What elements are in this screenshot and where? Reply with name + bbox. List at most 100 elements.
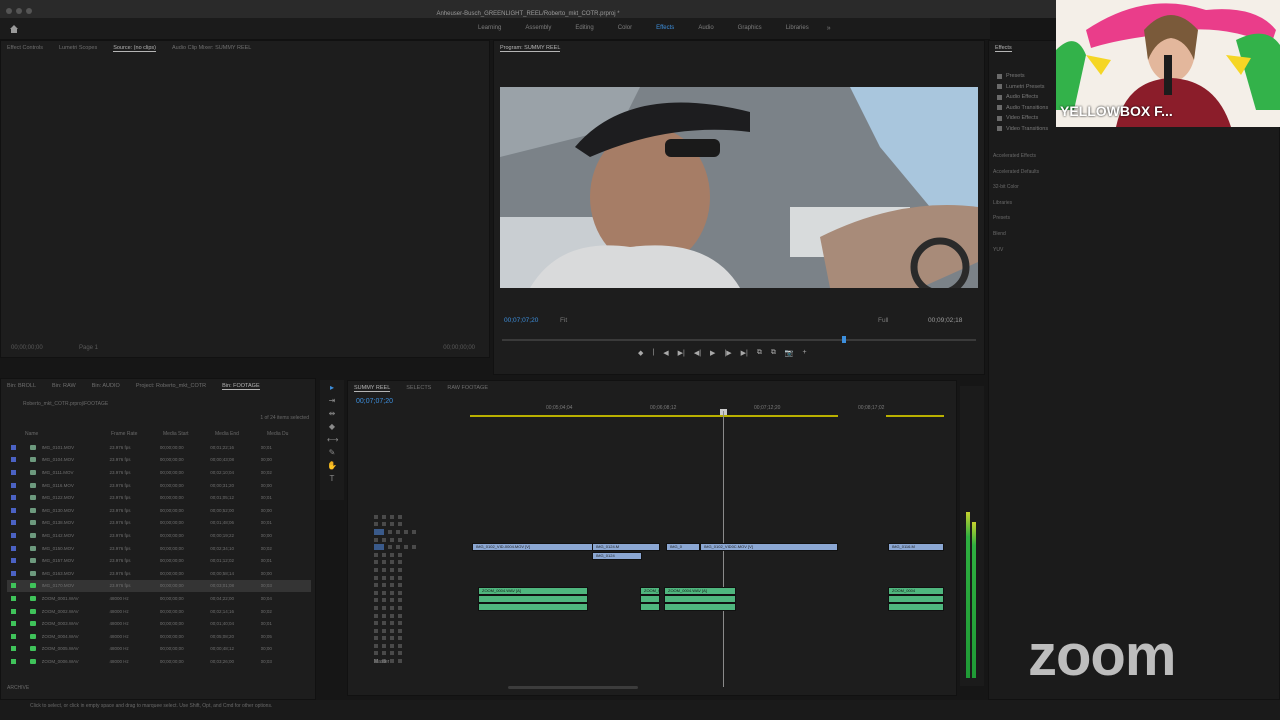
- label-color-chip[interactable]: [11, 545, 16, 551]
- effects-folder[interactable]: Video Transitions: [997, 124, 1048, 135]
- tab-libraries[interactable]: Libraries: [774, 25, 821, 32]
- timeline-scrollbar[interactable]: [508, 686, 638, 689]
- label-color-chip[interactable]: [11, 457, 16, 463]
- list-item[interactable]: IMG_0130.MOV 23.976 fps 00;00;00;00 00;00;5…: [7, 504, 311, 517]
- track-toggle-icon[interactable]: [374, 605, 378, 610]
- track-toggle-icon[interactable]: [374, 628, 378, 633]
- track-toggle-icon[interactable]: [382, 605, 386, 610]
- list-item[interactable]: IMG_0101.MOV 23.976 fps 00;00;00;00 00;01;2…: [7, 441, 311, 454]
- track-toggle-icon[interactable]: [398, 651, 402, 656]
- track-toggle-icon[interactable]: [398, 522, 402, 527]
- tab-learning[interactable]: Learning: [466, 25, 513, 32]
- tab-editing[interactable]: Editing: [563, 25, 605, 32]
- project-tab[interactable]: Project: Roberto_mkt_COTR: [136, 383, 206, 389]
- track-toggle-icon[interactable]: [412, 545, 416, 550]
- track-toggle-icon[interactable]: [374, 598, 378, 603]
- audio-clip[interactable]: [640, 595, 660, 603]
- track-toggle-icon[interactable]: [398, 583, 402, 588]
- tab-graphics[interactable]: Graphics: [726, 25, 774, 32]
- column-header[interactable]: Media End: [215, 431, 267, 437]
- effects-filter-label[interactable]: Blend: [993, 231, 1039, 247]
- tab-color[interactable]: Color: [606, 25, 644, 32]
- effects-filter-label[interactable]: YUV: [993, 247, 1039, 263]
- effects-filter-label[interactable]: Libraries: [993, 200, 1039, 216]
- track-toggle-icon[interactable]: [374, 651, 378, 656]
- home-icon[interactable]: [9, 24, 19, 34]
- list-item[interactable]: IMG_0170.MOV 23.976 fps 00;00;00;00 00;03;0…: [7, 579, 311, 593]
- track-toggle-icon[interactable]: [374, 643, 378, 648]
- track-toggle-icon[interactable]: [374, 636, 378, 641]
- track-toggle-icon[interactable]: [382, 537, 386, 542]
- track-toggle-icon[interactable]: [374, 575, 378, 580]
- program-fit-select[interactable]: Fit: [560, 317, 567, 324]
- list-item[interactable]: ZOOM_0006.WAV 48000 Hz 00;00;00;00 00;03;26…: [7, 655, 311, 668]
- source-zoom-select[interactable]: Page 1: [79, 345, 98, 351]
- track-target[interactable]: [374, 528, 384, 535]
- video-clip[interactable]: IMG_0124: [592, 552, 642, 560]
- program-quality-select[interactable]: Full: [878, 317, 888, 324]
- list-item[interactable]: IMG_0122.MOV 23.976 fps 00;00;00;00 00;01;0…: [7, 491, 311, 504]
- label-color-chip[interactable]: [11, 583, 16, 589]
- track-toggle-icon[interactable]: [382, 643, 386, 648]
- track-header[interactable]: [352, 543, 464, 551]
- effects-folder[interactable]: Video Effects: [997, 113, 1048, 124]
- track-toggle-icon[interactable]: [390, 598, 394, 603]
- video-clip[interactable]: IMG_0102_VID0C.MOV [V]: [700, 543, 838, 551]
- transport-button-icon[interactable]: ▶|: [678, 349, 685, 357]
- transport-button-icon[interactable]: ⧉: [771, 349, 776, 357]
- track-toggle-icon[interactable]: [396, 545, 400, 550]
- track-toggle-icon[interactable]: [382, 590, 386, 595]
- track-toggle-icon[interactable]: [398, 567, 402, 572]
- list-item[interactable]: IMG_0157.MOV 23.976 fps 00;00;00;00 00;01;1…: [7, 554, 311, 567]
- effects-folder[interactable]: Lumetri Presets: [997, 82, 1048, 93]
- audio-clip[interactable]: ZOOM_0004.WAV [A]: [478, 587, 588, 595]
- track-toggle-icon[interactable]: [396, 529, 400, 534]
- transport-button-icon[interactable]: ◀|: [694, 349, 701, 357]
- column-header[interactable]: Frame Rate: [111, 431, 163, 437]
- effects-filter-label[interactable]: Presets: [993, 215, 1039, 231]
- program-scrub-bar[interactable]: [502, 336, 976, 343]
- audio-clip[interactable]: [478, 603, 588, 611]
- tab-program[interactable]: Program: SUMMY REEL: [500, 45, 561, 52]
- audio-clip[interactable]: [664, 603, 736, 611]
- track-header[interactable]: [352, 559, 464, 567]
- track-toggle-icon[interactable]: [390, 537, 394, 542]
- audio-clip[interactable]: [664, 595, 736, 603]
- audio-clip[interactable]: ZOOM_0004.WAV [A]: [664, 587, 736, 595]
- pen-tool-icon[interactable]: ✎: [327, 448, 337, 458]
- track-toggle-icon[interactable]: [382, 628, 386, 633]
- list-item[interactable]: ZOOM_0003.WAV 48000 Hz 00;00;00;00 00;01;40…: [7, 617, 311, 630]
- work-area-bar[interactable]: [470, 415, 838, 417]
- audio-clip[interactable]: ZOOM_0004.WAV [A]: [640, 587, 660, 595]
- track-header[interactable]: [352, 589, 464, 597]
- track-header[interactable]: [352, 574, 464, 582]
- transport-button-icon[interactable]: ▶|: [741, 349, 748, 357]
- track-target[interactable]: [374, 544, 384, 551]
- transport-button-icon[interactable]: |▶: [724, 349, 731, 357]
- tab-audio[interactable]: Audio: [686, 25, 725, 32]
- track-toggle-icon[interactable]: [404, 545, 408, 550]
- track-toggle-icon[interactable]: [398, 560, 402, 565]
- track-toggle-icon[interactable]: [390, 613, 394, 618]
- track-toggle-icon[interactable]: [374, 537, 378, 542]
- effects-filter-label[interactable]: Accelerated Effects: [993, 153, 1039, 169]
- track-toggle-icon[interactable]: [390, 575, 394, 580]
- list-item[interactable]: IMG_0163.MOV 23.976 fps 00;00;00;00 00;00;5…: [7, 567, 311, 580]
- track-toggle-icon[interactable]: [390, 628, 394, 633]
- track-toggle-icon[interactable]: [390, 590, 394, 595]
- program-playhead[interactable]: [842, 336, 846, 343]
- track-toggle-icon[interactable]: [398, 659, 402, 664]
- razor-tool-icon[interactable]: ◆: [327, 422, 337, 432]
- effects-folder[interactable]: Audio Transitions: [997, 103, 1048, 114]
- track-header[interactable]: [352, 619, 464, 627]
- label-color-chip[interactable]: [11, 532, 16, 538]
- track-toggle-icon[interactable]: [382, 567, 386, 572]
- track-toggle-icon[interactable]: [374, 522, 378, 527]
- label-color-chip[interactable]: [11, 558, 16, 564]
- track-toggle-icon[interactable]: [388, 545, 392, 550]
- track-toggle-icon[interactable]: [382, 651, 386, 656]
- project-tab[interactable]: Bin: BROLL: [7, 383, 36, 389]
- timeline-tab[interactable]: SUMMY REEL: [354, 385, 391, 392]
- source-tab[interactable]: Lumetri Scopes: [59, 45, 97, 51]
- track-header[interactable]: [352, 657, 464, 665]
